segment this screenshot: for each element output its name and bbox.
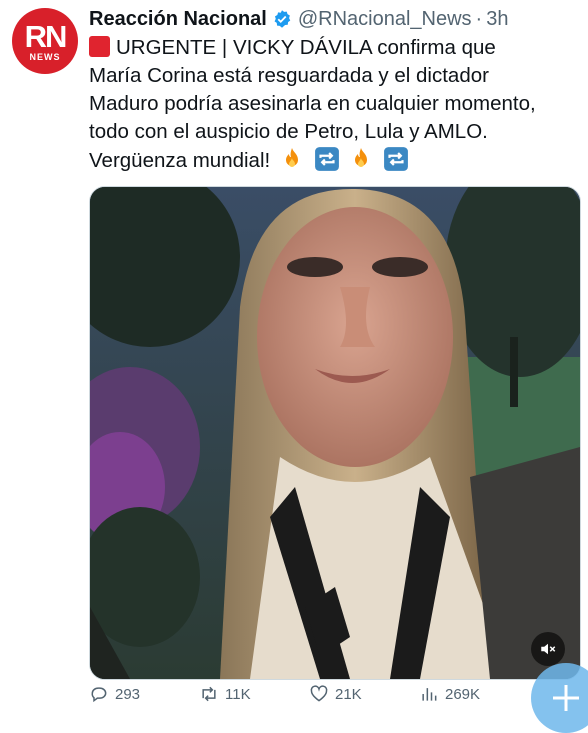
retweet-icon [202,686,216,702]
video-player[interactable] [89,186,581,680]
display-name[interactable]: Reacción Nacional [89,8,267,31]
separator-dot: · [475,7,483,30]
tweet-text-line-2: María Corina está resguardada y el dicta… [89,64,489,87]
reply-icon [91,687,107,703]
plus-icon [553,685,579,711]
fire-icon [355,148,368,167]
retweet-button[interactable]: 11K [199,684,309,704]
heart-icon [310,685,328,702]
tweet-text-line-3: Maduro podría asesinarla en cualquier mo… [89,92,536,115]
speaker-muted-icon [541,643,556,655]
red-square-icon [89,36,110,57]
avatar-logo-sub: NEWS [29,52,61,62]
compose-fab-button[interactable] [531,663,588,733]
handle[interactable]: @RNacional_News [298,8,472,31]
mute-button[interactable] [531,632,565,666]
tweet-text-line: Vergüenza mundial! [89,146,579,175]
tweet-text: URGENTE | VICKY DÁVILA confirma que Marí… [89,34,579,175]
tweet-text-line: URGENTE | VICKY DÁVILA confirma que [89,34,579,62]
views-button[interactable]: 269K [419,684,529,704]
avatar[interactable]: RN NEWS [12,8,78,74]
action-bar: 293 11K 21K 269K [89,684,579,704]
tweet-text-line-5: Vergüenza mundial! [89,149,271,172]
fire-icon [285,148,298,167]
tweet: RN NEWS Reacción Nacional @RNacional_New… [0,0,588,733]
reply-button[interactable]: 293 [89,684,199,704]
verified-badge-icon [274,10,291,28]
repeat-icon [314,147,339,171]
views-chart-icon [422,688,437,701]
video-frame [90,187,580,679]
like-button[interactable]: 21K [309,684,419,704]
repeat-icon [384,147,408,171]
tweet-header: Reacción Nacional @RNacional_News · 3h [89,6,508,32]
tweet-text-line-4: todo con el auspicio de Petro, Lula y AM… [89,120,488,143]
avatar-logo-letters: RN [24,19,68,54]
tweet-text-line-1: URGENTE | VICKY DÁVILA confirma que [116,36,496,59]
timestamp[interactable]: 3h [486,8,508,31]
